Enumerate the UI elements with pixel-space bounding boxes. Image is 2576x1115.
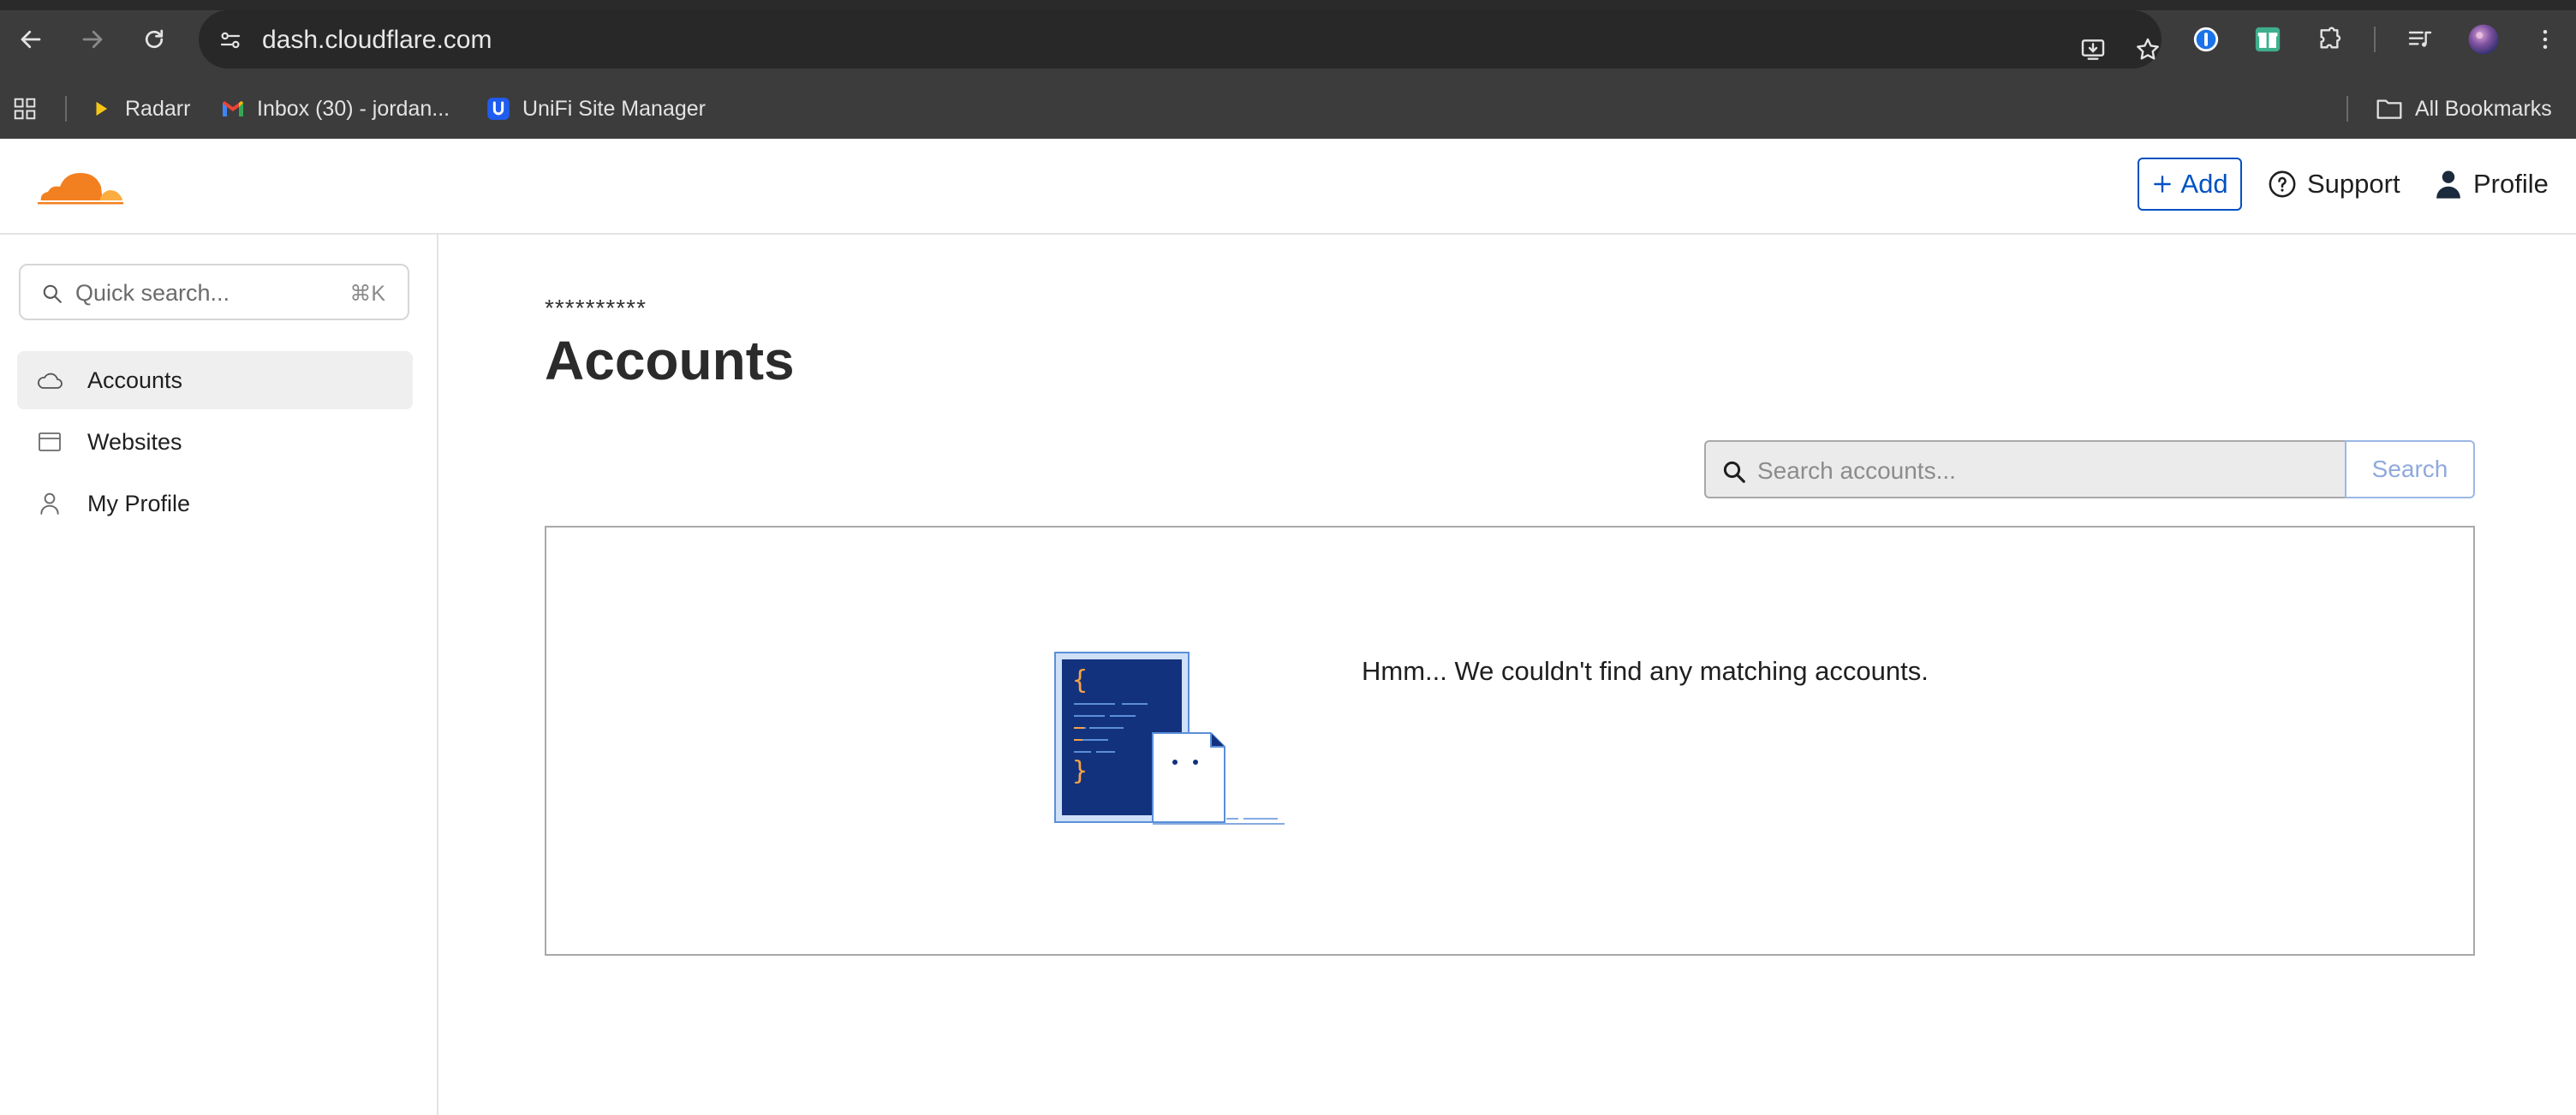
chrome-menu-button[interactable] — [2526, 21, 2564, 58]
radarr-icon — [89, 97, 113, 121]
bookmark-label: Radarr — [125, 96, 191, 121]
empty-state-illustration: { } — [1054, 652, 1285, 825]
forward-button[interactable] — [74, 21, 111, 58]
help-circle-icon — [2269, 170, 2296, 198]
bookmark-label: UniFi Site Manager — [522, 96, 706, 121]
svg-text:}: } — [1072, 756, 1088, 786]
search-accounts-input[interactable]: Search accounts... — [1704, 440, 2345, 498]
avatar — [2468, 24, 2499, 55]
back-arrow-icon — [21, 30, 41, 49]
quick-search-input[interactable]: Quick search... ⌘K — [19, 264, 409, 320]
address-bar[interactable]: dash.cloudflare.com — [199, 10, 2162, 69]
keyboard-shortcut-hint: ⌘K — [349, 282, 385, 306]
cloudflare-logo[interactable] — [34, 164, 127, 211]
sidebar-item-accounts[interactable]: Accounts — [17, 351, 413, 409]
svg-text:{: { — [1072, 665, 1088, 695]
empty-state-message: Hmm... We couldn't find any matching acc… — [1362, 656, 1929, 686]
user-icon — [36, 490, 63, 517]
onepassword-icon — [2193, 27, 2219, 52]
folder-icon — [2376, 99, 2402, 119]
profile-label: Profile — [2473, 169, 2549, 199]
playlist-icon — [2408, 31, 2432, 47]
forward-arrow-icon — [82, 30, 103, 49]
site-settings-icon — [220, 32, 241, 49]
bookmark-star-button[interactable] — [2129, 31, 2167, 69]
account-search: Search accounts... Search — [1704, 440, 2475, 498]
profile-avatar-button[interactable] — [2465, 21, 2502, 58]
browser-window-icon — [36, 428, 63, 456]
kebab-menu-icon — [2543, 30, 2548, 49]
user-icon — [2436, 170, 2460, 199]
sidebar-item-label: My Profile — [87, 490, 191, 516]
tab-strip — [0, 0, 2576, 10]
toolbar-divider — [2374, 27, 2376, 52]
add-button[interactable]: Add — [2138, 158, 2242, 211]
search-icon — [43, 284, 62, 303]
cloud-icon — [36, 367, 63, 394]
browser-toolbar: dash.cloudflare.com — [0, 0, 2576, 79]
sidebar-item-label: Accounts — [87, 367, 183, 393]
app-header: Add Support Profile — [0, 139, 2576, 235]
add-label: Add — [2180, 169, 2228, 199]
apps-grid-icon — [14, 98, 36, 120]
quick-search-placeholder: Quick search... — [75, 280, 230, 306]
star-icon — [2137, 38, 2159, 60]
bookmarks-divider — [65, 96, 67, 122]
bookmark-label: Inbox (30) - jordan... — [257, 96, 450, 121]
reload-button[interactable] — [135, 21, 173, 58]
url-text: dash.cloudflare.com — [262, 26, 492, 54]
support-button[interactable]: Support — [2268, 158, 2400, 211]
sidebar: Quick search... ⌘K Accounts Websites My … — [0, 235, 438, 1115]
gift-icon — [2255, 27, 2281, 52]
puzzle-icon — [2320, 27, 2341, 49]
back-button[interactable] — [12, 21, 50, 58]
bookmarks-bar: Radarr Inbox (30) - jordan... UniFi Site… — [0, 79, 2576, 140]
unifi-icon — [486, 97, 510, 121]
extensions-button[interactable] — [2311, 21, 2348, 58]
apps-button[interactable] — [12, 91, 38, 127]
bookmark-unifi[interactable]: UniFi Site Manager — [486, 91, 706, 127]
empty-state-panel: { } Hmm... We couldn't find any matching… — [545, 526, 2475, 956]
sidebar-item-label: Websites — [87, 428, 182, 455]
bookmarks-divider — [2346, 96, 2348, 122]
gmail-icon — [221, 97, 245, 121]
account-name-breadcrumb: ********** — [545, 295, 647, 321]
sidebar-item-my-profile[interactable]: My Profile — [17, 474, 413, 533]
media-controls-button[interactable] — [2401, 21, 2439, 58]
install-app-button[interactable] — [2074, 31, 2112, 69]
profile-button[interactable]: Profile — [2434, 158, 2549, 211]
plus-icon — [2154, 176, 2172, 193]
support-label: Support — [2307, 169, 2400, 199]
search-accounts-placeholder: Search accounts... — [1757, 457, 1956, 484]
bookmark-gmail-inbox[interactable]: Inbox (30) - jordan... — [221, 91, 450, 127]
bookmark-radarr[interactable]: Radarr — [89, 91, 190, 127]
all-bookmarks-label: All Bookmarks — [2415, 96, 2552, 121]
search-button[interactable]: Search — [2345, 440, 2475, 498]
sidebar-item-websites[interactable]: Websites — [17, 413, 413, 471]
gift-extension[interactable] — [2249, 21, 2287, 58]
search-icon — [1723, 461, 1745, 483]
password-manager-extension[interactable] — [2187, 21, 2225, 58]
install-app-icon — [2081, 39, 2105, 60]
page-title: Accounts — [545, 330, 795, 391]
reload-icon — [145, 29, 164, 49]
all-bookmarks-button[interactable]: All Bookmarks — [2376, 91, 2552, 127]
